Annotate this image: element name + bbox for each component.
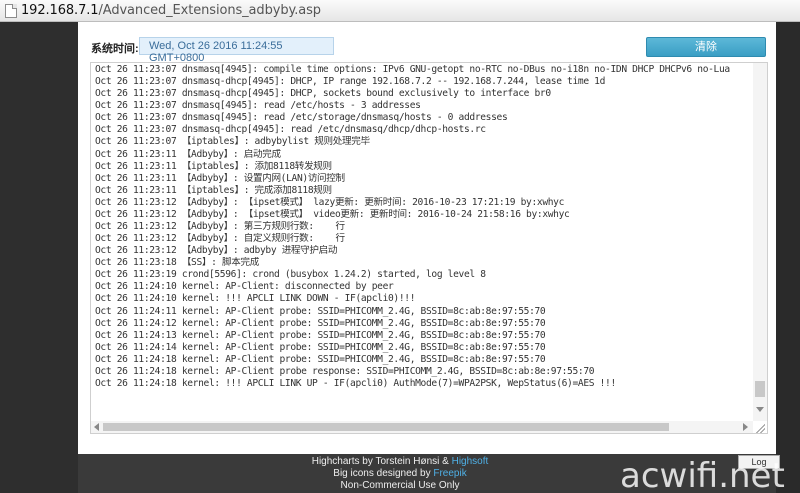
url-host: 192.168.7.1 <box>21 3 99 18</box>
log-line: Oct 26 11:24:18 kernel: AP-Client probe:… <box>95 353 546 365</box>
log-line: Oct 26 11:24:13 kernel: AP-Client probe:… <box>95 329 546 341</box>
log-line: Oct 26 11:23:07 dnsmasq-dhcp[4945]: DHCP… <box>95 88 551 100</box>
log-line: Oct 26 11:23:11 【iptables】: 添加8118转发规则 <box>95 160 332 172</box>
watermark: acwifi.net <box>620 456 785 493</box>
address-bar[interactable]: 192.168.7.1/Advanced_Extensions_adbyby.a… <box>0 0 800 22</box>
footer-credits: Highcharts by Torstein Hønsi & Highsoft … <box>260 456 540 492</box>
scroll-down-arrow-icon[interactable] <box>756 407 764 412</box>
right-background <box>776 22 800 493</box>
scroll-left-arrow-icon[interactable] <box>94 423 99 431</box>
log-line: Oct 26 11:23:07 dnsmasq[4945]: read /etc… <box>95 100 421 112</box>
log-line: Oct 26 11:23:11 【iptables】: 完成添加8118规则 <box>95 184 332 196</box>
footer-text: Big icons designed by <box>333 468 434 479</box>
log-line: Oct 26 11:23:07 dnsmasq-dhcp[4945]: DHCP… <box>95 76 606 88</box>
log-line: Oct 26 11:23:11 【Adbyby】: 设置内网(LAN)访问控制 <box>95 172 345 184</box>
log-line: Oct 26 11:23:11 【Adbyby】: 启动完成 <box>95 148 281 160</box>
url-path: /Advanced_Extensions_adbyby.asp <box>98 3 321 18</box>
log-line: Oct 26 11:24:18 kernel: !!! APCLI LINK U… <box>95 378 616 390</box>
highsoft-link[interactable]: Highsoft <box>452 456 489 467</box>
log-line: Oct 26 11:24:10 kernel: AP-Client: disco… <box>95 281 394 293</box>
clear-button[interactable]: 清除 <box>646 37 766 57</box>
footer-line-highcharts: Highcharts by Torstein Hønsi & Highsoft <box>260 456 540 468</box>
system-time-label: 系统时间: <box>91 43 139 55</box>
log-line: Oct 26 11:23:07 【iptables】: adbybylist 规… <box>95 136 370 148</box>
log-textarea[interactable]: Oct 26 11:23:07 dnsmasq[4945]: compile t… <box>90 62 768 434</box>
footer-line-icons: Big icons designed by Freepik <box>260 468 540 480</box>
url-text[interactable]: 192.168.7.1/Advanced_Extensions_adbyby.a… <box>21 3 321 18</box>
freepik-link[interactable]: Freepik <box>433 468 466 479</box>
footer-text: Highcharts by Torstein Hønsi & <box>311 456 452 467</box>
log-line: Oct 26 11:24:14 kernel: AP-Client probe:… <box>95 341 546 353</box>
left-background <box>0 22 78 493</box>
log-line: Oct 26 11:24:11 kernel: AP-Client probe:… <box>95 305 546 317</box>
log-line: Oct 26 11:23:07 dnsmasq-dhcp[4945]: read… <box>95 124 486 136</box>
horizontal-scrollbar[interactable] <box>91 421 753 433</box>
system-time-field: Wed, Oct 26 2016 11:24:55 GMT+0800 <box>139 37 334 64</box>
log-line: Oct 26 11:23:12 【Adbyby】: 自定义规则行数: 行 <box>95 233 345 245</box>
log-line: Oct 26 11:23:12 【Adbyby】: 【ipset模式】 vide… <box>95 208 570 220</box>
log-line: Oct 26 11:23:19 crond[5596]: crond (busy… <box>95 269 486 281</box>
log-line: Oct 26 11:23:07 dnsmasq[4945]: read /etc… <box>95 112 508 124</box>
vertical-scrollbar[interactable] <box>753 63 767 421</box>
log-line: Oct 26 11:23:18 【SS】: 脚本完成 <box>95 257 259 269</box>
horizontal-scroll-thumb[interactable] <box>103 423 669 431</box>
log-lines: Oct 26 11:23:07 dnsmasq[4945]: compile t… <box>95 64 751 390</box>
vertical-scroll-thumb[interactable] <box>755 381 765 397</box>
log-dialog: 系统时间: Wed, Oct 26 2016 11:24:55 GMT+0800… <box>78 22 776 454</box>
scroll-right-arrow-icon[interactable] <box>743 423 748 431</box>
log-line: Oct 26 11:24:10 kernel: !!! APCLI LINK D… <box>95 293 416 305</box>
resize-handle-icon[interactable] <box>755 423 765 433</box>
log-line: Oct 26 11:23:07 dnsmasq[4945]: compile t… <box>95 64 730 75</box>
page-icon <box>5 3 17 18</box>
log-line: Oct 26 11:24:12 kernel: AP-Client probe:… <box>95 317 546 329</box>
log-line: Oct 26 11:24:18 kernel: AP-Client probe … <box>95 365 595 377</box>
log-line: Oct 26 11:23:12 【Adbyby】: 【ipset模式】 lazy… <box>95 196 565 208</box>
footer-line-license: Non-Commercial Use Only <box>340 480 460 491</box>
log-line: Oct 26 11:23:12 【Adbyby】: adbyby 进程守护启动 <box>95 245 338 257</box>
log-line: Oct 26 11:23:12 【Adbyby】: 第三方规则行数: 行 <box>95 221 345 233</box>
